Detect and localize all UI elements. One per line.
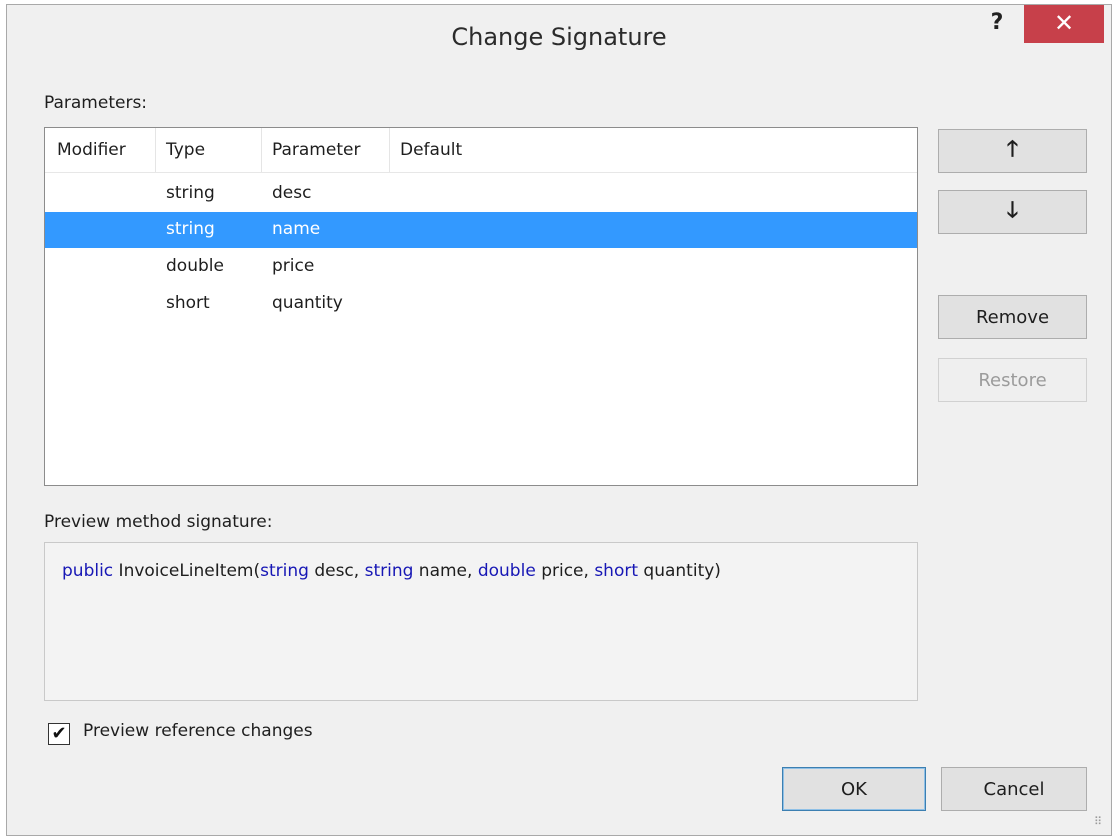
arrow-up-icon: 🡑 (1006, 137, 1019, 162)
grid-header: Modifier Type Parameter Default (45, 128, 917, 173)
column-separator[interactable] (155, 128, 156, 172)
cell-parameter: price (272, 256, 315, 276)
column-separator[interactable] (389, 128, 390, 172)
preview-signature-text: public InvoiceLineItem(string desc, stri… (62, 561, 721, 581)
preview-signature-label: Preview method signature: (44, 512, 273, 532)
remove-button[interactable]: Remove (938, 295, 1087, 339)
preview-reference-changes-checkbox[interactable]: ✔ (48, 723, 70, 745)
parameter-row[interactable]: double price (45, 249, 917, 285)
keyword-token: string (260, 561, 309, 581)
cancel-button[interactable]: Cancel (941, 767, 1087, 811)
signature-token: quantity) (638, 561, 721, 581)
cell-parameter: name (272, 219, 321, 239)
signature-token: price, (535, 561, 595, 581)
parameter-row[interactable]: short quantity (45, 286, 917, 322)
preview-signature-box: public InvoiceLineItem(string desc, stri… (44, 542, 918, 701)
keyword-token: string (364, 561, 414, 581)
move-up-button[interactable]: 🡑 (938, 129, 1087, 173)
checkmark-icon: ✔ (51, 723, 67, 744)
cell-type: string (166, 183, 215, 203)
arrow-down-icon: 🡓 (1006, 198, 1019, 223)
column-header-parameter[interactable]: Parameter (272, 140, 360, 160)
restore-button[interactable]: Restore (938, 358, 1087, 402)
help-button[interactable]: ? (977, 5, 1017, 43)
change-signature-dialog: Change Signature ? ✕ Parameters: Modifie… (6, 4, 1112, 836)
ok-button[interactable]: OK (782, 767, 926, 811)
column-header-modifier[interactable]: Modifier (57, 140, 126, 160)
preview-reference-changes-label[interactable]: Preview reference changes (83, 721, 313, 741)
close-button[interactable]: ✕ (1024, 5, 1104, 43)
cell-type: short (166, 293, 210, 313)
resize-grip-icon[interactable]: ⠿ (1094, 816, 1108, 832)
parameters-grid[interactable]: Modifier Type Parameter Default string d… (44, 127, 918, 486)
cell-type: string (166, 219, 215, 239)
column-header-type[interactable]: Type (166, 140, 205, 160)
dialog-title: Change Signature (451, 23, 667, 51)
keyword-token: double (477, 561, 536, 581)
signature-token: name, (413, 561, 478, 581)
cell-type: double (166, 256, 224, 276)
column-header-default[interactable]: Default (400, 140, 462, 160)
column-separator[interactable] (261, 128, 262, 172)
keyword-token: short (594, 561, 639, 581)
signature-token: desc, (308, 561, 365, 581)
cell-parameter: desc (272, 183, 312, 203)
parameter-row[interactable]: string desc (45, 176, 917, 212)
parameter-row[interactable]: string name (45, 212, 917, 248)
close-icon: ✕ (1053, 9, 1075, 37)
move-down-button[interactable]: 🡓 (938, 190, 1087, 234)
keyword-token: public (62, 561, 114, 581)
signature-token: InvoiceLineItem( (113, 561, 261, 581)
cell-parameter: quantity (272, 293, 343, 313)
parameters-label: Parameters: (44, 93, 148, 113)
title-bar: Change Signature ? ✕ (7, 5, 1111, 81)
